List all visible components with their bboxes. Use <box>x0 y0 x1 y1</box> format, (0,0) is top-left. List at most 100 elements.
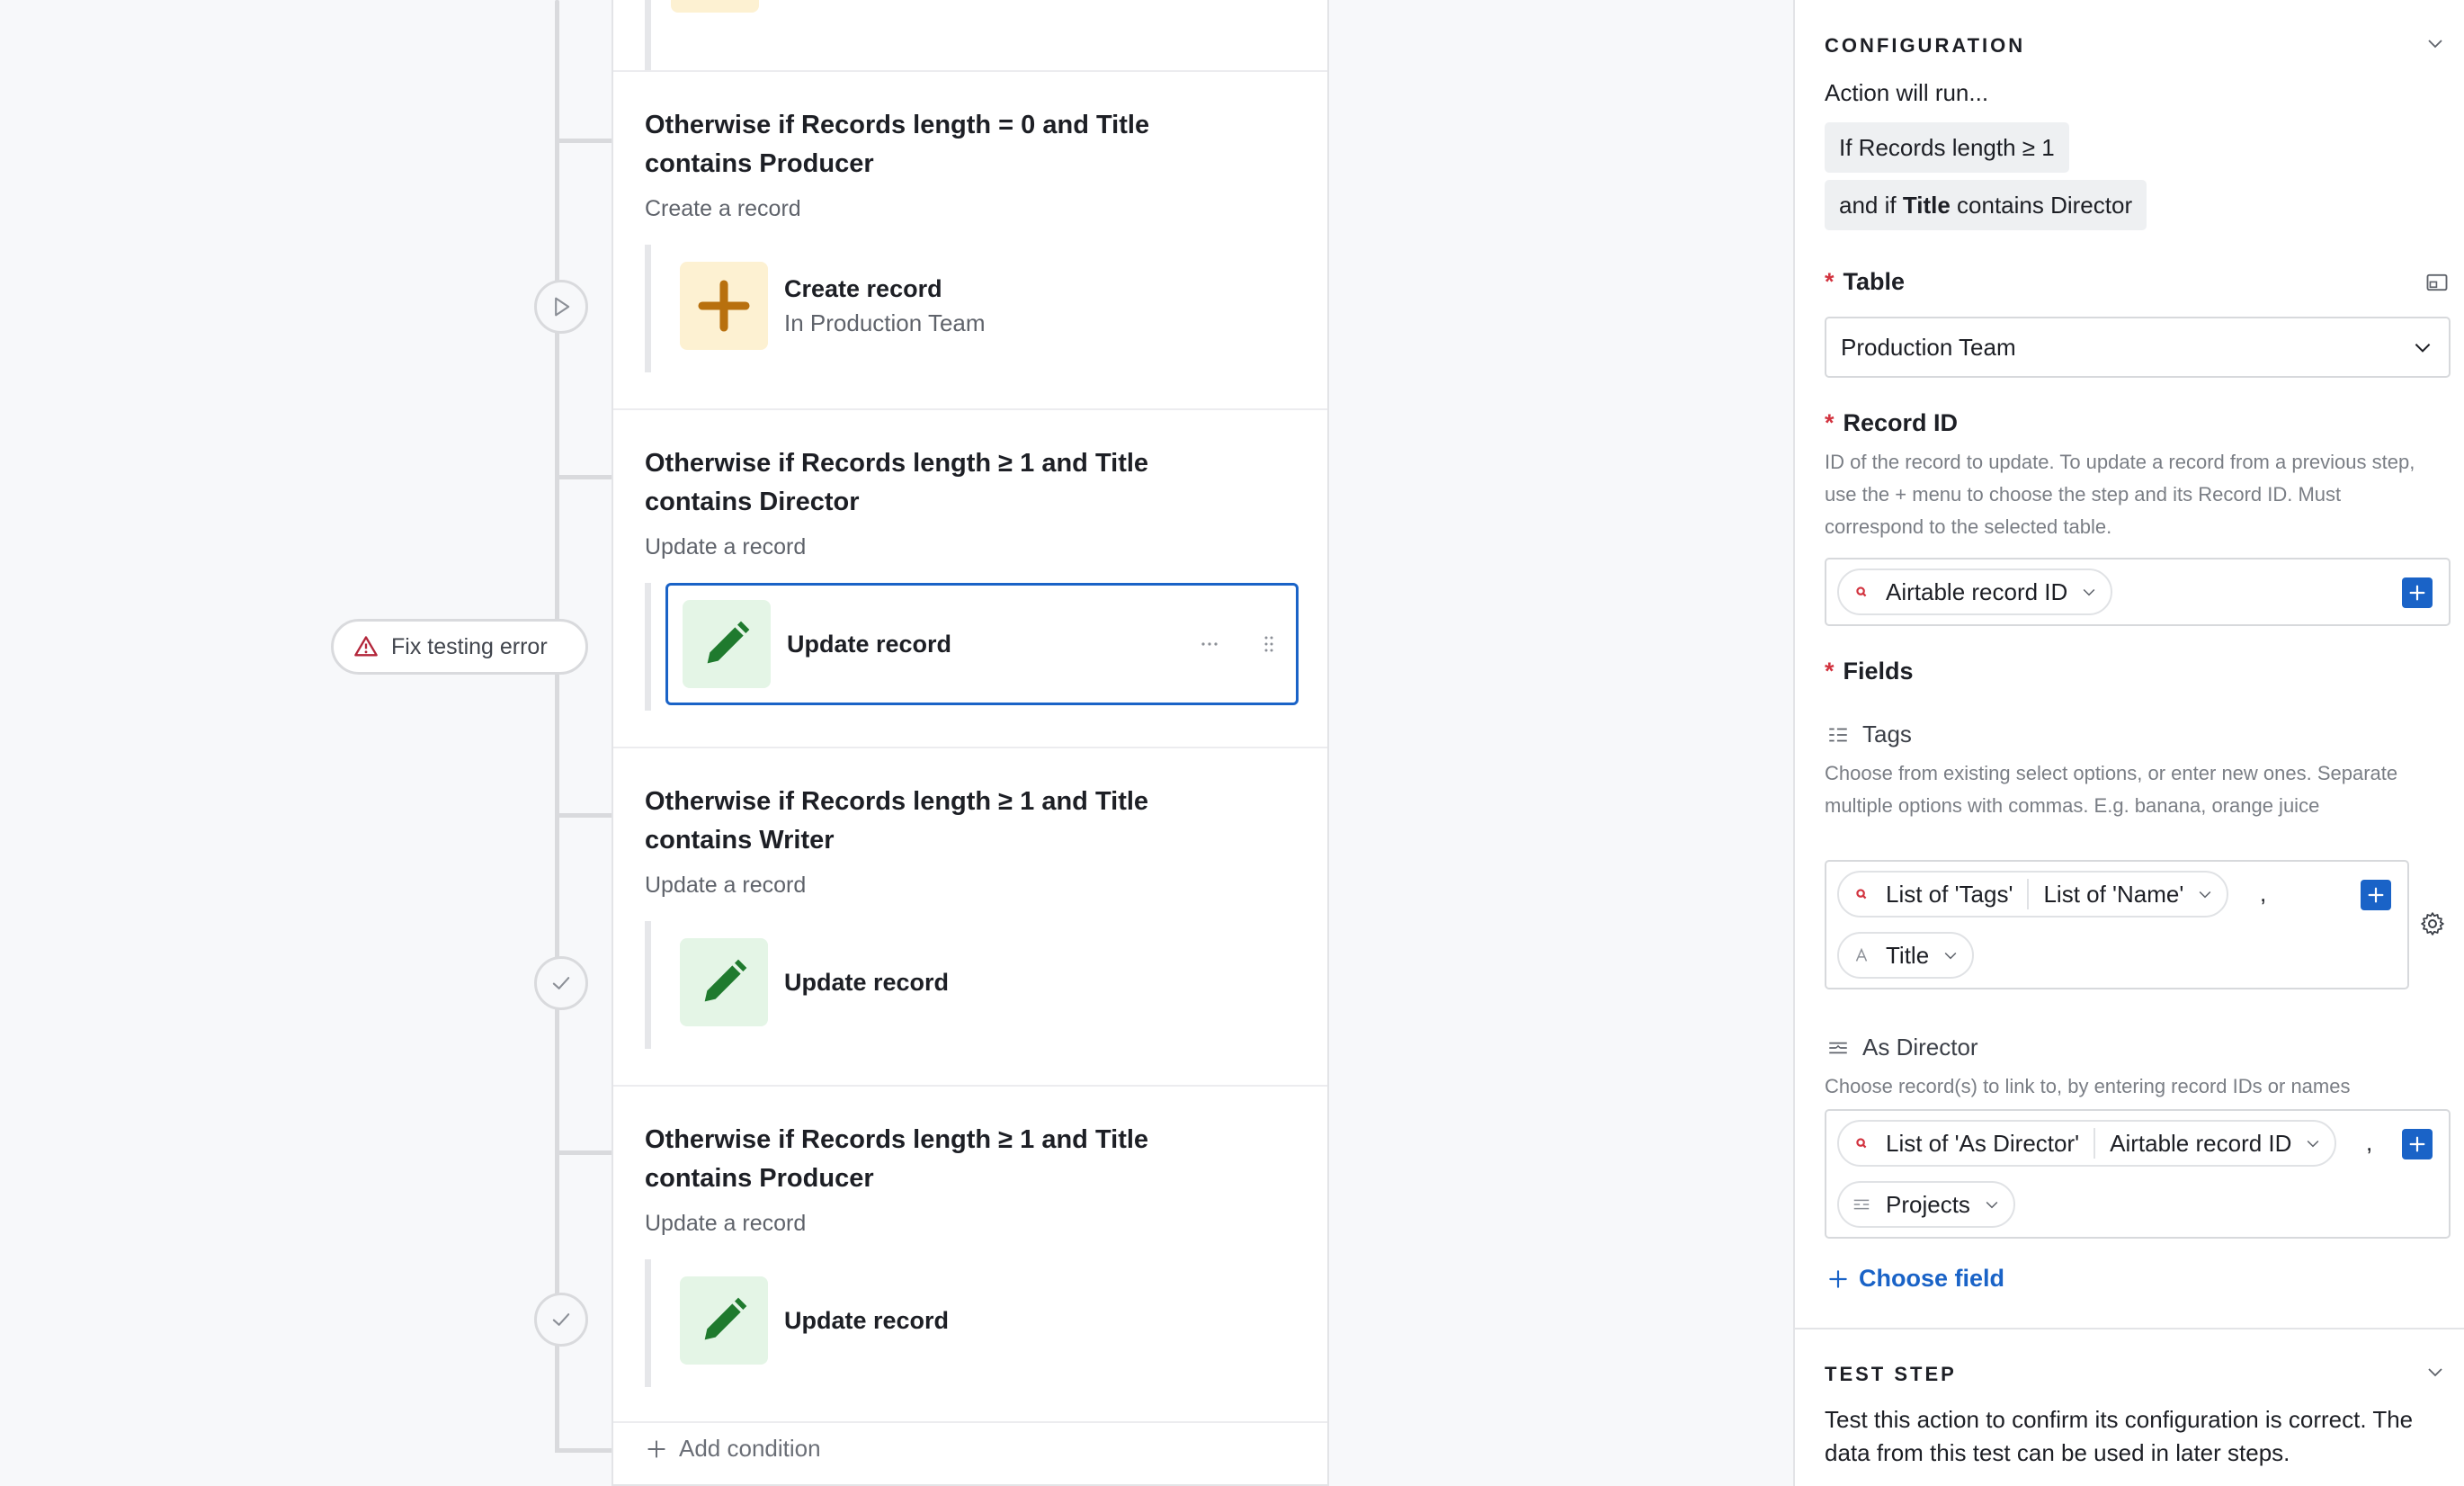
as-director-input[interactable]: List of 'As Director' Airtable record ID… <box>1825 1109 2451 1239</box>
as-director-label-text: As Director <box>1862 1034 1978 1061</box>
fields-label-text: Fields <box>1843 658 1914 685</box>
pencil-icon <box>680 1276 768 1365</box>
test-step-text: Test this action to confirm its configur… <box>1825 1406 2414 1466</box>
run-status-play[interactable] <box>534 280 588 334</box>
condition-block[interactable]: Otherwise if Records length = 0 and Titl… <box>613 70 1327 408</box>
chevron-down-icon <box>2083 588 2095 596</box>
condition-block[interactable]: Otherwise if Records length ≥ 1 and Titl… <box>613 747 1327 1085</box>
insert-token-button[interactable] <box>2402 1129 2433 1159</box>
table-label-text: Table <box>1843 268 1906 295</box>
more-options-icon[interactable] <box>1199 633 1220 655</box>
record-id-label: * Record ID <box>1825 409 1959 436</box>
table-select[interactable]: Production Team <box>1825 317 2451 378</box>
action-card[interactable]: Create record In Production Team <box>665 245 1299 367</box>
token-label: List of 'As Director' <box>1886 1129 2080 1157</box>
record-id-help: ID of the record to update. To update a … <box>1825 451 2415 538</box>
pencil-icon <box>683 600 771 688</box>
expand-panel-icon[interactable] <box>2424 270 2450 295</box>
record-id-label-text: Record ID <box>1843 409 1959 436</box>
token-separator: , <box>2260 880 2267 907</box>
error-button-label: Fix testing error <box>391 633 548 659</box>
warning-icon <box>354 636 378 657</box>
action-card[interactable]: Update record <box>665 1259 1299 1382</box>
chevron-down-icon <box>2415 344 2431 353</box>
as-director-field-label: As Director <box>1826 1034 1978 1061</box>
plus-icon <box>671 0 759 13</box>
chevron-down-icon <box>1944 952 1957 960</box>
tags-input[interactable]: List of 'Tags' List of 'Name' , Title <box>1825 860 2409 989</box>
projects-token[interactable]: Projects <box>1837 1181 2015 1228</box>
insert-token-button[interactable] <box>2402 577 2433 608</box>
chevron-down-icon[interactable] <box>2424 32 2446 54</box>
insert-token-button[interactable] <box>2361 880 2391 910</box>
pencil-icon <box>680 938 768 1026</box>
linked-record-icon <box>1829 1042 1847 1053</box>
condition-title: Otherwise if Records length = 0 and Titl… <box>645 111 1150 178</box>
condition-chip: If Records length ≥ 1 <box>1825 122 2069 173</box>
tags-field-label: Tags <box>1826 721 1912 748</box>
drag-handle-icon[interactable] <box>1258 633 1280 655</box>
condition-chip-suffix: contains Director <box>1950 191 2133 219</box>
action-card-selected[interactable]: Update record <box>665 583 1299 705</box>
fields-label: * Fields <box>1825 658 1914 685</box>
conditions-column: Otherwise if Records length = 0 and Titl… <box>612 0 1329 1486</box>
condition-chip-text: If Records length ≥ 1 <box>1839 133 2055 161</box>
action-name: Update record <box>784 1307 950 1334</box>
choose-field-button[interactable]: Choose field <box>1826 1265 2004 1293</box>
token-label: List of 'Name' <box>2043 880 2184 908</box>
action-card[interactable]: Update record <box>665 921 1299 1043</box>
search-record-icon <box>1856 1138 1867 1149</box>
plus-icon <box>680 262 768 350</box>
condition-subtitle: Update a record <box>645 873 807 898</box>
token-label: Title <box>1886 941 1930 969</box>
add-condition-button[interactable]: Add condition <box>645 1435 821 1463</box>
condition-block[interactable]: Otherwise if Records length ≥ 1 and Titl… <box>613 1085 1327 1421</box>
tags-token[interactable]: List of 'Tags' List of 'Name' <box>1837 871 2229 918</box>
tags-help: Choose from existing select options, or … <box>1825 762 2398 817</box>
branch-connector <box>555 475 612 479</box>
chevron-down-icon <box>1986 1201 1998 1209</box>
token-label: Projects <box>1886 1190 1970 1218</box>
gear-icon[interactable] <box>2419 910 2446 937</box>
condition-subtitle: Update a record <box>645 1211 807 1236</box>
run-status-success[interactable] <box>534 1293 588 1347</box>
fix-testing-error-button[interactable]: Fix testing error <box>331 619 588 675</box>
record-id-input[interactable]: Airtable record ID <box>1825 558 2451 626</box>
action-name: Create record <box>784 275 942 302</box>
token-label: Airtable record ID <box>1886 577 2068 605</box>
table-select-value: Production Team <box>1841 333 2016 361</box>
action-detail: In Production Team <box>784 309 986 336</box>
add-condition-label: Add condition <box>679 1435 821 1462</box>
branch-connector <box>555 813 612 818</box>
condition-block[interactable]: Otherwise if Records length ≥ 1 and Titl… <box>613 408 1327 747</box>
as-director-help: Choose record(s) to link to, by entering… <box>1825 1075 2351 1097</box>
condition-subtitle: Create a record <box>645 196 801 221</box>
plus-icon <box>2409 1136 2425 1152</box>
branch-connector <box>555 139 612 143</box>
chevron-down-icon <box>2199 891 2211 899</box>
plus-icon <box>2368 887 2384 903</box>
search-record-icon <box>1856 586 1867 597</box>
action-group: Update record <box>645 921 1298 1049</box>
condition-chip: and if Title contains Director <box>1825 180 2147 230</box>
condition-title: Otherwise if Records length ≥ 1 and Titl… <box>645 1125 1149 1193</box>
choose-field-label: Choose field <box>1859 1265 2005 1292</box>
condition-title: Otherwise if Records length ≥ 1 and Titl… <box>645 787 1149 855</box>
branch-connector <box>555 1448 612 1453</box>
record-id-token[interactable]: Airtable record ID <box>1837 568 2113 615</box>
token-separator: , <box>2366 1129 2373 1156</box>
search-record-icon <box>1856 889 1867 900</box>
plus-icon <box>647 1439 665 1458</box>
token-label: Airtable record ID <box>2110 1129 2292 1157</box>
run-status-success[interactable] <box>534 956 588 1010</box>
branch-connector <box>555 1150 612 1155</box>
title-token[interactable]: Title <box>1837 932 1975 979</box>
plus-icon <box>2409 585 2425 601</box>
plus-icon <box>1829 1269 1847 1288</box>
chevron-down-icon <box>2308 1140 2319 1148</box>
flow-spine <box>555 0 559 1453</box>
play-icon <box>555 297 570 317</box>
chevron-down-icon[interactable] <box>2424 1361 2446 1383</box>
as-director-token[interactable]: List of 'As Director' Airtable record ID <box>1837 1120 2337 1167</box>
action-name: Update record <box>787 631 952 658</box>
